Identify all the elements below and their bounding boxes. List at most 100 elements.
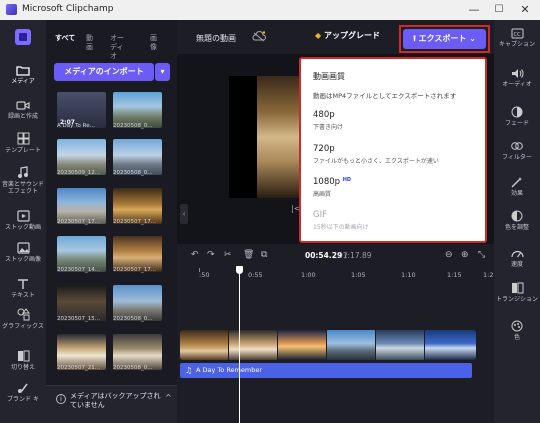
media-tab-video[interactable]: 動画 — [86, 34, 94, 52]
rail-music[interactable]: 音楽とサウンドエフェクト — [0, 166, 46, 195]
ruler-tick: 1:15 — [447, 271, 462, 279]
text-icon — [18, 279, 28, 289]
rail-graphics[interactable]: グラフィックス — [0, 308, 46, 330]
rail-speed-label: 速度 — [510, 261, 523, 268]
rail-effects[interactable]: 効果 — [494, 176, 540, 197]
export-option-name: GIF — [313, 210, 327, 220]
left-rail: メディア 録画と作成 テンプレート 音楽とサウンドエフェクト ストック動画 スト… — [0, 20, 46, 423]
media-label: 20230508_0... — [113, 365, 153, 371]
video-clip[interactable] — [425, 330, 476, 360]
rail-brand-kit[interactable]: ブランド キ — [0, 382, 46, 403]
media-label: 20230508_0... — [113, 123, 153, 129]
split-icon[interactable]: ✂ — [224, 250, 232, 260]
export-panel-heading: 動画画質 — [313, 72, 345, 81]
svg-text:CC: CC — [513, 32, 520, 38]
minimize-button[interactable]: — — [463, 2, 485, 18]
rail-color[interactable]: 色 — [494, 320, 540, 341]
preview-image — [257, 76, 301, 198]
ruler-tick: 1:00 — [301, 271, 316, 279]
audio-track[interactable]: ♫ A Day To Remember — [180, 363, 472, 378]
rail-audio[interactable]: オーディオ — [494, 68, 540, 88]
zoom-out-icon[interactable]: ⊖ — [445, 250, 453, 260]
rail-fade[interactable]: フェード — [494, 106, 540, 127]
export-option-1080p[interactable]: 1080p HD 高画質 — [313, 177, 351, 198]
upgrade-button[interactable]: ◆ アップグレード — [315, 30, 380, 41]
video-clip[interactable] — [376, 330, 424, 360]
rail-speed[interactable]: 速度 — [494, 248, 540, 268]
close-button[interactable]: ✕ — [514, 2, 536, 18]
import-media-button[interactable]: メディアのインポート — [54, 63, 154, 81]
rail-color-label: 色 — [513, 334, 520, 341]
ruler-tick: :50 — [199, 271, 210, 279]
effects-icon — [511, 177, 522, 188]
media-label: 20230508_0... — [113, 170, 153, 176]
rail-music-label: 音楽とサウンドエフェクト — [2, 181, 45, 195]
color-adjust-icon — [511, 210, 523, 222]
hd-badge: HD — [342, 177, 352, 183]
video-clip[interactable] — [180, 330, 228, 360]
fit-icon[interactable]: ⤡ — [478, 250, 485, 260]
media-tab-audio[interactable]: オーディオ — [110, 34, 126, 61]
playhead[interactable] — [239, 268, 240, 423]
brand-kit-icon — [17, 383, 28, 393]
rail-transition-label: トランジション — [495, 296, 538, 303]
media-label: 20230507_21... — [57, 365, 100, 371]
export-option-480p[interactable]: 480p 下書き向け — [313, 110, 343, 131]
clipchamp-logo-icon — [6, 4, 17, 15]
rail-brand-kit-label: ブランド キ — [7, 396, 39, 403]
rail-graphics-label: グラフィックス — [2, 323, 44, 330]
duplicate-icon[interactable]: ⧉ — [261, 250, 267, 260]
export-highlight-box — [399, 25, 490, 53]
rail-audio-label: オーディオ — [502, 81, 532, 88]
rail-record[interactable]: 録画と作成 — [0, 100, 46, 120]
redo-icon[interactable]: ↷ — [207, 250, 215, 260]
video-track[interactable] — [180, 330, 476, 360]
rail-stock-video-label: ストック動画 — [4, 224, 41, 231]
rail-color-adjust[interactable]: 色を調整 — [494, 210, 540, 231]
stock-video-icon — [16, 210, 30, 222]
rail-captions[interactable]: CC キャプション — [494, 28, 540, 48]
record-icon — [16, 101, 30, 110]
rail-text[interactable]: テキスト — [0, 278, 46, 299]
transition-icon — [511, 282, 523, 294]
media-tab-all[interactable]: すべて — [55, 34, 75, 43]
import-dropdown-button[interactable]: ▾ — [155, 63, 170, 81]
ruler-tick: 1:10 — [401, 271, 416, 279]
collapse-panel-button[interactable]: ‹ — [180, 204, 188, 224]
rail-filter[interactable]: フィルター — [494, 140, 540, 161]
media-label: 20230507_15... — [57, 316, 100, 322]
export-option-name: 1080p — [313, 177, 341, 187]
zoom-in-icon[interactable]: ⊕ — [461, 250, 469, 260]
ruler-tick: 1:05 — [351, 271, 366, 279]
export-option-720p[interactable]: 720p ファイルがもっと小さく、エクスポートが速い — [313, 144, 439, 165]
preview-frame — [229, 76, 301, 198]
audio-track-label: A Day To Remember — [196, 366, 263, 374]
music-note-icon: ♫ — [185, 366, 193, 375]
media-label: 20230507_17... — [113, 267, 156, 273]
media-tab-image[interactable]: 画像 — [150, 34, 158, 52]
rail-transitions[interactable]: 切り替え — [0, 350, 46, 371]
media-label: 20230507_14... — [57, 267, 100, 273]
undo-icon[interactable]: ↶ — [191, 250, 199, 260]
upgrade-label: アップグレード — [323, 31, 380, 40]
rail-record-label: 録画と作成 — [7, 113, 38, 120]
maximize-button[interactable]: ☐ — [488, 2, 510, 18]
media-label: 20230508_0... — [113, 316, 153, 322]
project-title[interactable]: 無題の動画 — [196, 33, 236, 44]
video-clip[interactable] — [278, 330, 326, 360]
fade-icon — [511, 106, 523, 118]
media-label: 20230509_12... — [57, 170, 100, 176]
delete-icon[interactable]: 🗑 — [243, 250, 254, 260]
video-clip[interactable] — [327, 330, 375, 360]
audio-icon — [511, 69, 523, 78]
chevron-up-icon[interactable]: ^ — [165, 393, 172, 402]
rail-media[interactable]: メディア — [0, 64, 46, 85]
rail-templates[interactable]: テンプレート — [0, 132, 46, 154]
rail-stock-video[interactable]: ストック動画 — [0, 210, 46, 231]
export-option-sub: 高画質 — [313, 191, 332, 198]
rail-transition[interactable]: トランジション — [494, 282, 540, 303]
video-clip[interactable] — [229, 330, 277, 360]
backup-notice[interactable]: i メディアはバックアップされていません ^ — [46, 385, 177, 423]
rail-transitions-label: 切り替え — [10, 364, 35, 371]
rail-stock-image[interactable]: ストック画像 — [0, 242, 46, 263]
